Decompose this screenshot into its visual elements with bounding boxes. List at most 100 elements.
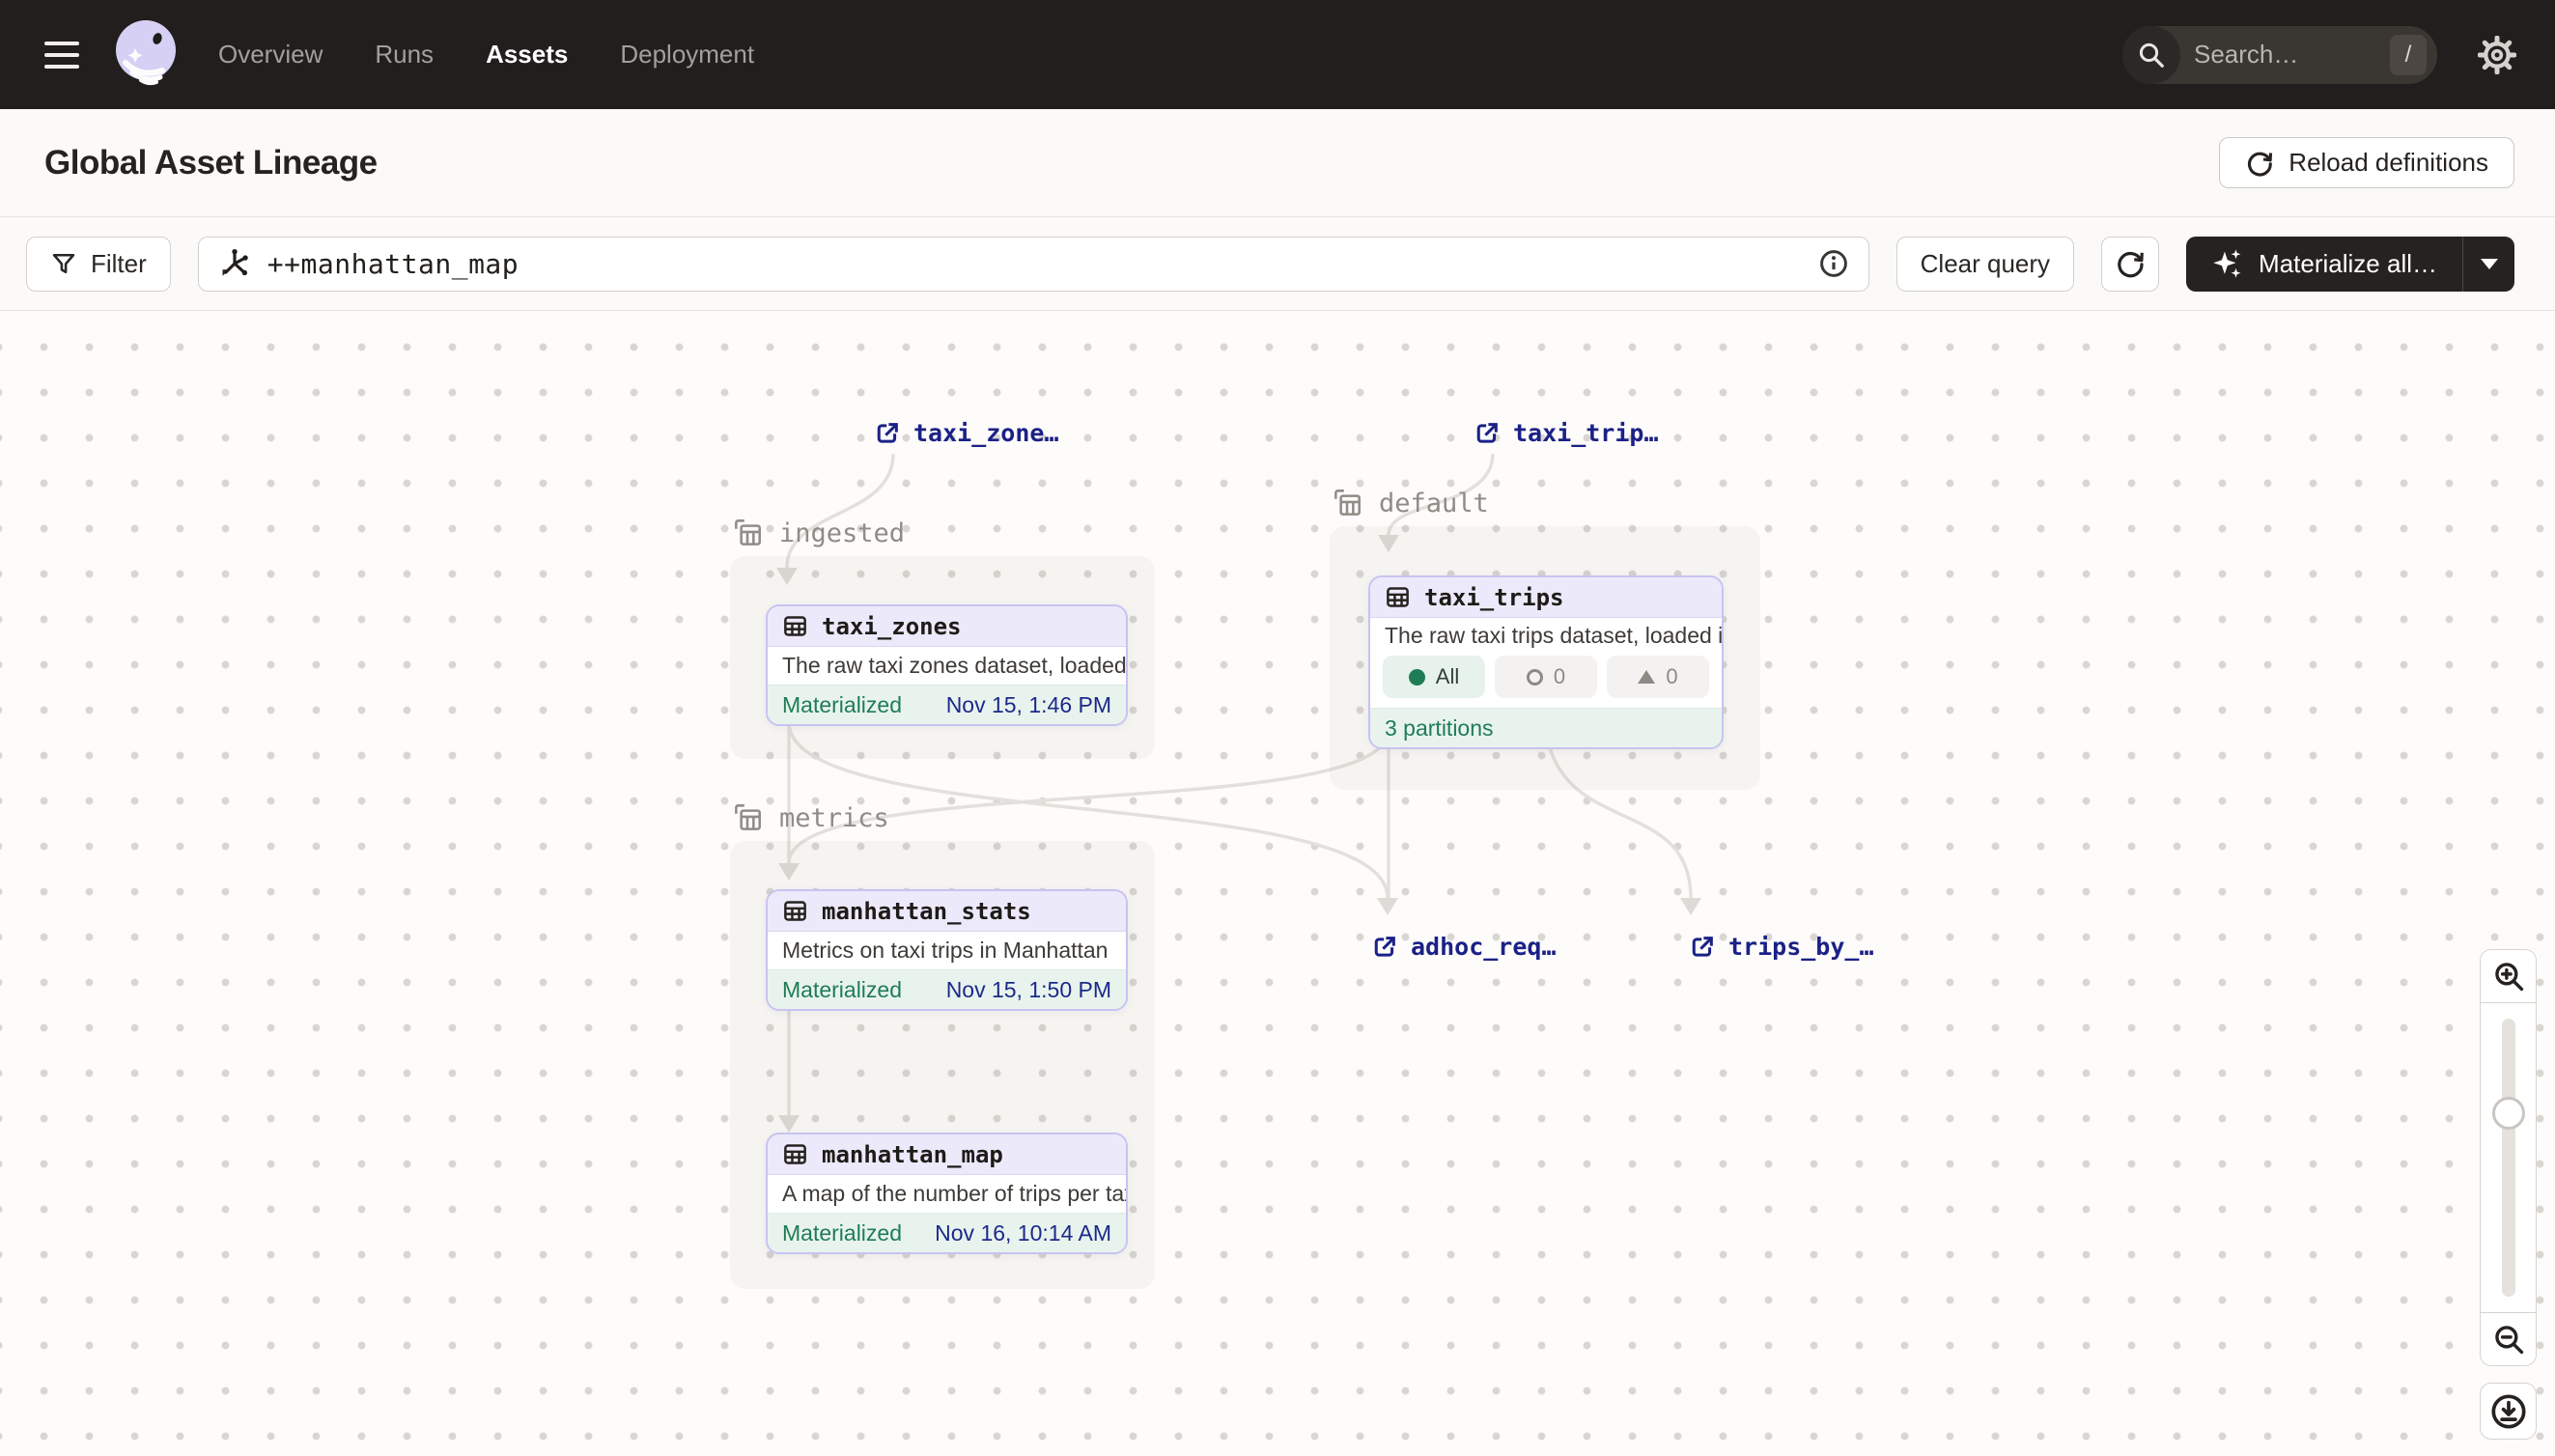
failed-triangle-icon bbox=[1638, 670, 1655, 684]
group-label-ingested[interactable]: ingested bbox=[730, 516, 905, 550]
slash-shortcut-badge: / bbox=[2390, 35, 2427, 75]
asset-node-manhattan-stats[interactable]: manhattan_stats Metrics on taxi trips in… bbox=[766, 889, 1128, 1011]
asset-status: Materialized bbox=[782, 977, 902, 1003]
materialize-dropdown-button[interactable] bbox=[2462, 237, 2514, 292]
group-icon bbox=[730, 800, 765, 835]
zoom-slider-handle[interactable] bbox=[2492, 1097, 2525, 1130]
zoom-in-icon bbox=[2492, 960, 2525, 993]
info-icon[interactable] bbox=[1818, 248, 1849, 279]
dagster-octopus-icon bbox=[112, 18, 180, 86]
asset-name: manhattan_map bbox=[822, 1141, 1003, 1168]
external-asset-trips-by[interactable]: trips_by_… bbox=[1689, 933, 1874, 961]
lineage-toolbar: Filter ++manhattan_map Clear query Mater… bbox=[0, 217, 2555, 311]
partition-badge-label: All bbox=[1436, 664, 1459, 689]
clear-query-button[interactable]: Clear query bbox=[1896, 237, 2074, 292]
menu-icon[interactable] bbox=[44, 42, 79, 69]
external-link-icon bbox=[874, 420, 901, 447]
asset-lineage-canvas[interactable]: ingested default metrics taxi_zone… taxi… bbox=[0, 311, 2555, 1456]
missing-circle-icon bbox=[1527, 669, 1543, 686]
refresh-button[interactable] bbox=[2101, 237, 2159, 292]
page-header: Global Asset Lineage Reload definitions bbox=[0, 109, 2555, 217]
partition-badge-success[interactable]: All bbox=[1383, 656, 1485, 698]
nav-links: Overview Runs Assets Deployment bbox=[218, 40, 754, 70]
external-asset-label: trips_by_… bbox=[1728, 933, 1874, 961]
asset-node-taxi-trips[interactable]: taxi_trips The raw taxi trips dataset, l… bbox=[1368, 575, 1724, 749]
external-link-icon bbox=[1474, 420, 1501, 447]
asset-name: taxi_trips bbox=[1424, 584, 1564, 611]
table-icon bbox=[782, 1141, 808, 1167]
materialize-all-label: Materialize all… bbox=[2259, 249, 2437, 279]
search-icon bbox=[2122, 26, 2180, 84]
partition-badge-label: 0 bbox=[1666, 664, 1677, 689]
asset-node-manhattan-map[interactable]: manhattan_map A map of the number of tri… bbox=[766, 1133, 1128, 1254]
edge-taxi-zone-ext-to-taxi-zones bbox=[787, 454, 893, 568]
zoom-slider-track[interactable] bbox=[2502, 1019, 2515, 1297]
nav-link-overview[interactable]: Overview bbox=[218, 40, 323, 70]
download-image-button[interactable] bbox=[2480, 1383, 2537, 1440]
nav-link-deployment[interactable]: Deployment bbox=[620, 40, 754, 70]
search-placeholder: Search… bbox=[2194, 40, 2298, 70]
group-icon bbox=[730, 516, 765, 550]
group-name: default bbox=[1379, 489, 1489, 518]
refresh-icon bbox=[2115, 248, 2146, 279]
group-label-default[interactable]: default bbox=[1330, 486, 1489, 520]
zoom-slider[interactable] bbox=[2481, 1003, 2536, 1312]
asset-timestamp: Nov 16, 10:14 AM bbox=[935, 1220, 1111, 1246]
partition-badge-label: 0 bbox=[1554, 664, 1565, 689]
partition-count: 3 partitions bbox=[1385, 715, 1494, 742]
materialize-all-button[interactable]: Materialize all… bbox=[2186, 237, 2462, 292]
chevron-down-icon bbox=[2481, 259, 2498, 269]
page-title: Global Asset Lineage bbox=[44, 144, 378, 182]
asset-selection-input[interactable]: ++manhattan_map bbox=[198, 237, 1869, 292]
group-label-metrics[interactable]: metrics bbox=[730, 800, 889, 835]
zoom-out-button[interactable] bbox=[2481, 1312, 2536, 1365]
asset-description: The raw taxi trips dataset, loaded into … bbox=[1370, 618, 1722, 654]
asset-timestamp: Nov 15, 1:46 PM bbox=[946, 692, 1111, 718]
external-asset-taxi-trip[interactable]: taxi_trip… bbox=[1474, 419, 1659, 447]
reload-definitions-button[interactable]: Reload definitions bbox=[2219, 137, 2514, 188]
asset-node-taxi-zones[interactable]: taxi_zones The raw taxi zones dataset, l… bbox=[766, 604, 1128, 726]
partition-status-row: All 0 0 bbox=[1370, 654, 1722, 708]
asset-status: Materialized bbox=[782, 1220, 902, 1246]
download-icon bbox=[2489, 1392, 2528, 1431]
search-input[interactable]: Search… / bbox=[2122, 26, 2437, 84]
reload-definitions-label: Reload definitions bbox=[2288, 148, 2488, 178]
table-icon bbox=[782, 613, 808, 639]
nav-link-assets[interactable]: Assets bbox=[486, 40, 568, 70]
group-name: metrics bbox=[779, 803, 889, 833]
settings-gear-icon[interactable] bbox=[2478, 36, 2516, 74]
external-asset-label: adhoc_req… bbox=[1411, 933, 1557, 961]
group-name: ingested bbox=[779, 518, 905, 548]
external-asset-taxi-zone[interactable]: taxi_zone… bbox=[874, 419, 1059, 447]
sparkles-icon bbox=[2211, 247, 2244, 280]
external-asset-adhoc-req[interactable]: adhoc_req… bbox=[1371, 933, 1557, 961]
materialize-split-button: Materialize all… bbox=[2186, 237, 2514, 292]
asset-name: taxi_zones bbox=[822, 613, 962, 640]
filter-button[interactable]: Filter bbox=[26, 237, 171, 292]
success-dot-icon bbox=[1409, 669, 1425, 686]
zoom-controls bbox=[2480, 949, 2537, 1366]
lineage-edges bbox=[0, 311, 2555, 1456]
table-icon bbox=[782, 898, 808, 924]
partition-badge-failed[interactable]: 0 bbox=[1607, 656, 1709, 698]
external-asset-label: taxi_zone… bbox=[913, 419, 1059, 447]
asset-description: Metrics on taxi trips in Manhattan bbox=[768, 932, 1126, 969]
funnel-icon bbox=[50, 250, 77, 277]
top-navigation-bar: Overview Runs Assets Deployment Search… … bbox=[0, 0, 2555, 109]
external-asset-label: taxi_trip… bbox=[1513, 419, 1659, 447]
asset-description: The raw taxi zones dataset, loaded int..… bbox=[768, 647, 1126, 685]
table-icon bbox=[1385, 584, 1411, 610]
zoom-out-icon bbox=[2492, 1323, 2525, 1356]
external-link-icon bbox=[1371, 934, 1398, 961]
asset-description: A map of the number of trips per taxi z.… bbox=[768, 1175, 1126, 1213]
zoom-in-button[interactable] bbox=[2481, 950, 2536, 1003]
asset-status: Materialized bbox=[782, 692, 902, 718]
nav-link-runs[interactable]: Runs bbox=[375, 40, 434, 70]
filter-label: Filter bbox=[91, 249, 147, 279]
clear-query-label: Clear query bbox=[1921, 249, 2050, 279]
asset-timestamp: Nov 15, 1:50 PM bbox=[946, 977, 1111, 1003]
partition-badge-missing[interactable]: 0 bbox=[1495, 656, 1597, 698]
op-selection-icon bbox=[218, 247, 251, 280]
dagster-logo[interactable] bbox=[112, 18, 180, 91]
reload-icon bbox=[2245, 149, 2274, 178]
